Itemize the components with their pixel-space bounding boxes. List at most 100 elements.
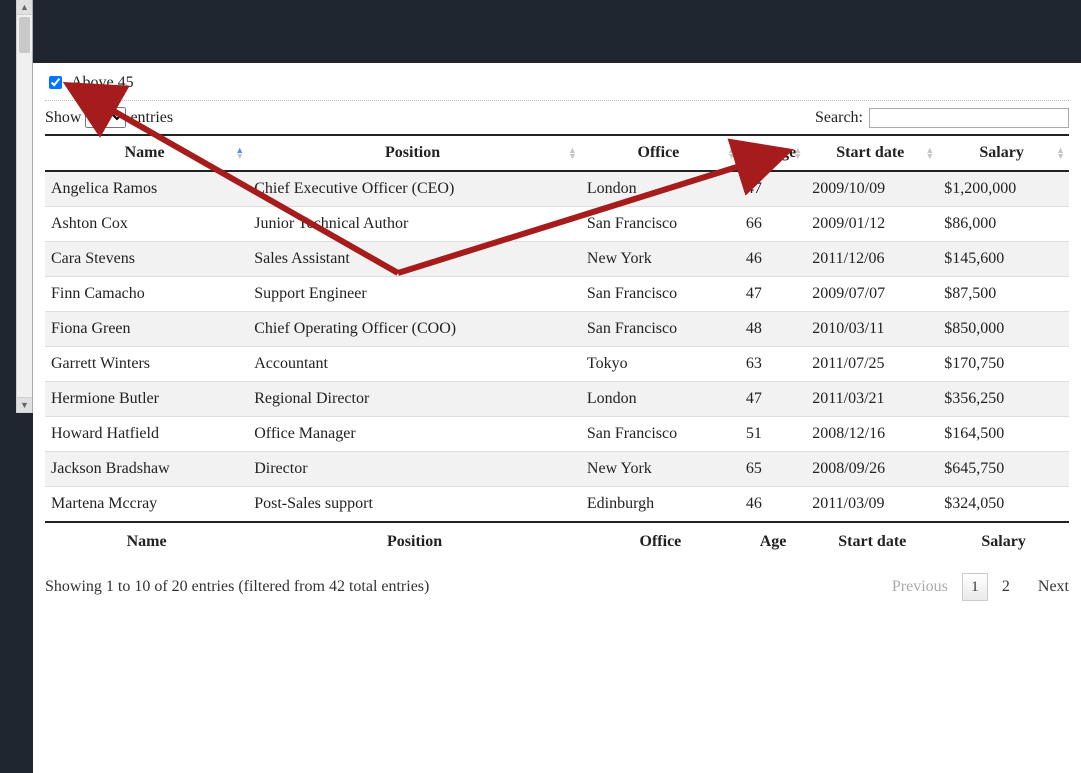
table-info: Showing 1 to 10 of 20 entries (filtered … — [45, 578, 429, 596]
column-header-name[interactable]: Name▲▼ — [45, 135, 248, 171]
next-button[interactable]: Next — [1038, 578, 1069, 596]
cell-office: New York — [581, 452, 740, 487]
cell-start: 2009/07/07 — [806, 277, 938, 312]
footer-salary: Salary — [938, 522, 1069, 563]
cell-age: 46 — [740, 242, 806, 277]
column-header-age[interactable]: Age▲▼ — [740, 135, 806, 171]
sort-icon: ▲▼ — [1056, 147, 1065, 159]
table-row[interactable]: Angelica RamosChief Executive Officer (C… — [45, 171, 1069, 207]
table-row[interactable]: Howard HatfieldOffice ManagerSan Francis… — [45, 417, 1069, 452]
table-row[interactable]: Ashton CoxJunior Technical AuthorSan Fra… — [45, 207, 1069, 242]
length-prefix: Show — [45, 109, 81, 127]
cell-salary: $87,500 — [938, 277, 1069, 312]
outer-scrollbar[interactable]: ▲ ▼ — [16, 0, 33, 413]
cell-name: Finn Camacho — [45, 277, 248, 312]
cell-office: San Francisco — [581, 417, 740, 452]
cell-age: 48 — [740, 312, 806, 347]
pagination: Previous 12 Next — [892, 573, 1069, 601]
cell-position: Regional Director — [248, 382, 581, 417]
above-45-checkbox[interactable] — [49, 76, 62, 89]
search-label: Search: — [815, 109, 863, 127]
column-header-office[interactable]: Office▲▼ — [581, 135, 740, 171]
cell-office: Tokyo — [581, 347, 740, 382]
table-row[interactable]: Hermione ButlerRegional DirectorLondon47… — [45, 382, 1069, 417]
cell-name: Ashton Cox — [45, 207, 248, 242]
cell-office: New York — [581, 242, 740, 277]
cell-office: London — [581, 171, 740, 207]
cell-office: Edinburgh — [581, 487, 740, 523]
cell-name: Howard Hatfield — [45, 417, 248, 452]
cell-age: 66 — [740, 207, 806, 242]
cell-name: Hermione Butler — [45, 382, 248, 417]
search-control: Search: — [815, 108, 1069, 128]
cell-salary: $170,750 — [938, 347, 1069, 382]
cell-salary: $164,500 — [938, 417, 1069, 452]
cell-start: 2009/01/12 — [806, 207, 938, 242]
previous-button[interactable]: Previous — [892, 578, 948, 596]
column-header-position[interactable]: Position▲▼ — [248, 135, 581, 171]
cell-position: Post-Sales support — [248, 487, 581, 523]
cell-name: Martena Mccray — [45, 487, 248, 523]
above-45-label[interactable]: Above 45 — [71, 74, 134, 92]
cell-salary: $645,750 — [938, 452, 1069, 487]
sort-icon: ▲▼ — [727, 147, 736, 159]
cell-age: 46 — [740, 487, 806, 523]
cell-position: Sales Assistant — [248, 242, 581, 277]
footer-position: Position — [248, 522, 581, 563]
table-row[interactable]: Finn CamachoSupport EngineerSan Francisc… — [45, 277, 1069, 312]
scroll-down-icon[interactable]: ▼ — [17, 397, 32, 412]
cell-position: Chief Operating Officer (COO) — [248, 312, 581, 347]
cell-salary: $850,000 — [938, 312, 1069, 347]
scroll-up-icon[interactable]: ▲ — [17, 0, 32, 15]
scroll-thumb[interactable] — [19, 17, 30, 53]
cell-position: Chief Executive Officer (CEO) — [248, 171, 581, 207]
cell-position: Accountant — [248, 347, 581, 382]
cell-start: 2011/12/06 — [806, 242, 938, 277]
cell-age: 47 — [740, 382, 806, 417]
main-panel: Above 45 Show 10 entries Search: Name▲▼P… — [33, 63, 1081, 773]
cell-name: Angelica Ramos — [45, 171, 248, 207]
cell-start: 2011/03/09 — [806, 487, 938, 523]
length-suffix: entries — [130, 109, 173, 127]
cell-name: Jackson Bradshaw — [45, 452, 248, 487]
cell-salary: $145,600 — [938, 242, 1069, 277]
sort-icon: ▲▼ — [235, 147, 244, 159]
table-row[interactable]: Martena MccrayPost-Sales supportEdinburg… — [45, 487, 1069, 523]
cell-position: Office Manager — [248, 417, 581, 452]
search-input[interactable] — [869, 108, 1069, 128]
page-1[interactable]: 1 — [962, 573, 988, 601]
table-row[interactable]: Jackson BradshawDirectorNew York652008/0… — [45, 452, 1069, 487]
sort-icon: ▲▼ — [793, 147, 802, 159]
cell-name: Fiona Green — [45, 312, 248, 347]
length-control: Show 10 entries — [45, 107, 173, 128]
cell-office: London — [581, 382, 740, 417]
cell-salary: $324,050 — [938, 487, 1069, 523]
cell-age: 47 — [740, 277, 806, 312]
column-header-start-date[interactable]: Start date▲▼ — [806, 135, 938, 171]
cell-start: 2011/07/25 — [806, 347, 938, 382]
data-table: Name▲▼Position▲▼Office▲▼Age▲▼Start date▲… — [45, 134, 1069, 563]
table-row[interactable]: Fiona GreenChief Operating Officer (COO)… — [45, 312, 1069, 347]
cell-start: 2008/09/26 — [806, 452, 938, 487]
table-row[interactable]: Cara StevensSales AssistantNew York46201… — [45, 242, 1069, 277]
length-select[interactable]: 10 — [85, 107, 126, 128]
footer-age: Age — [740, 522, 806, 563]
table-row[interactable]: Garrett WintersAccountantTokyo632011/07/… — [45, 347, 1069, 382]
cell-position: Director — [248, 452, 581, 487]
page-2[interactable]: 2 — [1002, 578, 1010, 595]
cell-start: 2010/03/11 — [806, 312, 938, 347]
cell-age: 47 — [740, 171, 806, 207]
cell-office: San Francisco — [581, 312, 740, 347]
cell-name: Cara Stevens — [45, 242, 248, 277]
cell-office: San Francisco — [581, 277, 740, 312]
footer-office: Office — [581, 522, 740, 563]
footer-start-date: Start date — [806, 522, 938, 563]
cell-start: 2009/10/09 — [806, 171, 938, 207]
sort-icon: ▲▼ — [568, 147, 577, 159]
cell-age: 51 — [740, 417, 806, 452]
cell-start: 2008/12/16 — [806, 417, 938, 452]
footer-name: Name — [45, 522, 248, 563]
sort-icon: ▲▼ — [925, 147, 934, 159]
column-header-salary[interactable]: Salary▲▼ — [938, 135, 1069, 171]
cell-start: 2011/03/21 — [806, 382, 938, 417]
